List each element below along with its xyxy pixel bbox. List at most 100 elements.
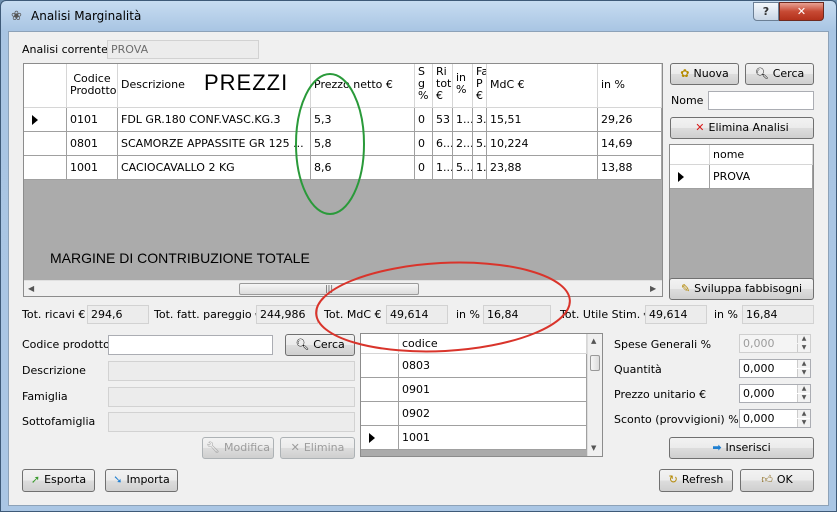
col-header-codice[interactable]: codice	[399, 334, 587, 354]
export-label: Esporta	[44, 473, 87, 486]
horizontal-scrollbar[interactable]: ◀ ||| ▶	[24, 280, 662, 296]
table-cell[interactable]: 1...	[453, 108, 473, 132]
refresh-button[interactable]: ↻ Refresh	[659, 469, 733, 492]
row-selector[interactable]	[670, 165, 710, 189]
scroll-thumb[interactable]: |||	[239, 283, 419, 295]
table-cell[interactable]: CACIOCAVALLO 2 KG	[118, 156, 311, 180]
spin-down-icon[interactable]: ▼	[797, 344, 810, 352]
delete-x-icon: ✕	[290, 441, 300, 454]
ok-button[interactable]: 👍︎ OK	[740, 469, 814, 492]
name-field[interactable]	[708, 91, 814, 110]
table-cell[interactable]: 2...	[453, 132, 473, 156]
table-cell[interactable]: 1001	[67, 156, 118, 180]
table-cell[interactable]: 1...	[473, 156, 487, 180]
scroll-down-icon[interactable]: ▼	[591, 444, 596, 452]
discount-stepper[interactable]: 0,000 ▲ ▼	[739, 409, 811, 428]
col-header-in-pct-1[interactable]: in %	[453, 64, 473, 108]
breakeven-field: 244,986	[256, 305, 318, 324]
quantity-stepper[interactable]: 0,000 ▲ ▼	[739, 359, 811, 378]
col-header-net-price[interactable]: Prezzo netto €	[311, 64, 415, 108]
spin-up-icon[interactable]: ▲	[797, 335, 810, 343]
ok-label: OK	[776, 473, 793, 486]
delete-product-button[interactable]: ✕ Elimina	[280, 437, 355, 459]
row-selector[interactable]	[24, 156, 67, 180]
spin-down-icon[interactable]: ▼	[797, 369, 810, 377]
search-analysis-button[interactable]: 🔍︎ Cerca	[745, 63, 814, 85]
spin-down-icon[interactable]: ▼	[797, 419, 810, 427]
prices-grid[interactable]: Codice Prodotto Descrizione Prezzo netto…	[23, 63, 663, 297]
col-header-in-pct-2[interactable]: in %	[598, 64, 662, 108]
develop-needs-button[interactable]: ✎ Sviluppa fabbisogni	[669, 278, 814, 300]
row-selector[interactable]	[361, 378, 399, 402]
table-cell[interactable]: 5...	[473, 132, 487, 156]
list-item[interactable]: 0803	[399, 354, 587, 378]
table-cell[interactable]: 0101	[67, 108, 118, 132]
table-cell[interactable]: 8,6	[311, 156, 415, 180]
row-selector[interactable]	[24, 108, 67, 132]
col-header-sg[interactable]: S g %	[415, 64, 433, 108]
spin-up-icon[interactable]: ▲	[797, 410, 810, 418]
row-selector[interactable]	[361, 402, 399, 426]
row-selector[interactable]	[24, 132, 67, 156]
table-cell[interactable]: 10,224	[487, 132, 598, 156]
list-item[interactable]: 0901	[399, 378, 587, 402]
table-cell[interactable]: 5...	[453, 156, 473, 180]
table-cell[interactable]: 23,88	[487, 156, 598, 180]
unit-price-stepper[interactable]: 0,000 ▲ ▼	[739, 384, 811, 403]
table-cell[interactable]: 53	[433, 108, 453, 132]
table-cell[interactable]: 1...	[433, 156, 453, 180]
scroll-thumb[interactable]	[590, 355, 600, 371]
refresh-label: Refresh	[681, 473, 724, 486]
product-code-field[interactable]	[108, 335, 273, 355]
scroll-left-icon[interactable]: ◀	[28, 284, 34, 293]
table-cell[interactable]: SCAMORZE APPASSITE GR 125 ...	[118, 132, 311, 156]
scroll-up-icon[interactable]: ▲	[591, 337, 596, 345]
spin-up-icon[interactable]: ▲	[797, 385, 810, 393]
list-item[interactable]: 1001	[399, 426, 587, 450]
row-selector[interactable]	[361, 354, 399, 378]
mdc-pct-field: 16,84	[483, 305, 551, 324]
table-cell[interactable]: 5,8	[311, 132, 415, 156]
row-selector[interactable]	[361, 426, 399, 450]
table-cell[interactable]: FDL GR.180 CONF.VASC.KG.3	[118, 108, 311, 132]
spin-down-icon[interactable]: ▼	[797, 394, 810, 402]
table-cell[interactable]: 13,88	[598, 156, 662, 180]
list-item[interactable]: PROVA	[710, 165, 813, 189]
table-cell[interactable]: 15,51	[487, 108, 598, 132]
product-code-label: Codice prodotto	[22, 338, 110, 351]
table-cell[interactable]: 6...	[433, 132, 453, 156]
help-button[interactable]: ?	[753, 2, 779, 21]
search-product-button[interactable]: 🔍︎ Cerca	[285, 334, 355, 356]
export-button[interactable]: ➚ Esporta	[22, 469, 95, 492]
col-header-mdc[interactable]: MdC €	[487, 64, 598, 108]
row-header-corner	[361, 334, 399, 354]
table-cell[interactable]: 29,26	[598, 108, 662, 132]
window-title: Analisi Marginalità	[31, 9, 142, 23]
close-button[interactable]: ✕	[779, 2, 824, 21]
table-cell[interactable]: 0	[415, 108, 433, 132]
table-cell[interactable]: 5,3	[311, 108, 415, 132]
table-cell[interactable]: 14,69	[598, 132, 662, 156]
title-bar[interactable]: ❀ Analisi Marginalità ? ✕	[1, 1, 836, 31]
col-header-fa[interactable]: Fa P €	[473, 64, 487, 108]
import-button[interactable]: ➘ Importa	[105, 469, 178, 492]
scroll-right-icon[interactable]: ▶	[650, 284, 656, 293]
delete-analysis-button[interactable]: ✕ Elimina Analisi	[670, 117, 814, 139]
table-cell[interactable]: 0801	[67, 132, 118, 156]
insert-label: Inserisci	[725, 441, 771, 454]
table-cell[interactable]: 0	[415, 132, 433, 156]
insert-button[interactable]: ➡ Inserisci	[669, 437, 814, 459]
col-header-ri-tot[interactable]: Ri tot €	[433, 64, 453, 108]
new-button[interactable]: ✿ Nuova	[670, 63, 739, 85]
vertical-scrollbar[interactable]: ▲ ▼	[587, 334, 602, 456]
analysis-list-grid[interactable]: nome PROVA	[669, 144, 814, 282]
col-header-nome[interactable]: nome	[710, 145, 813, 165]
product-code-grid[interactable]: codice 0803 0901 0902 1001 ▲ ▼	[360, 333, 603, 457]
col-header-code[interactable]: Codice Prodotto	[67, 64, 118, 108]
modify-button[interactable]: 🔧︎ Modifica	[202, 437, 274, 459]
spin-up-icon[interactable]: ▲	[797, 360, 810, 368]
table-cell[interactable]: 0	[415, 156, 433, 180]
list-item[interactable]: 0902	[399, 402, 587, 426]
overhead-stepper[interactable]: 0,000 ▲ ▼	[739, 334, 811, 353]
table-cell[interactable]: 3...	[473, 108, 487, 132]
